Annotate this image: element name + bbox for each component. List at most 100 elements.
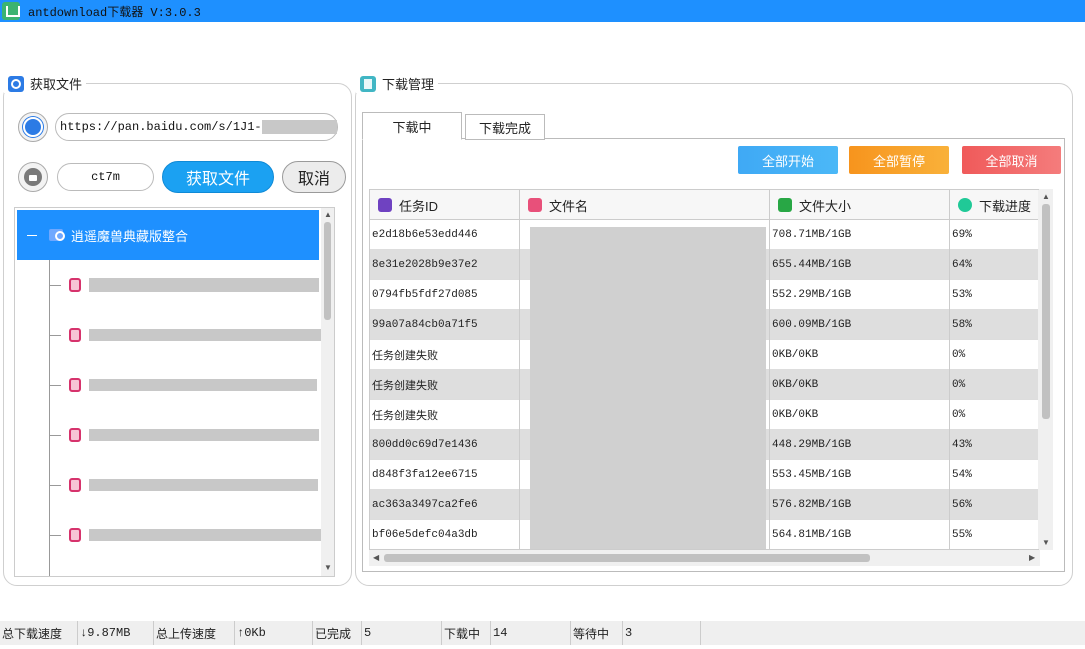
share-url-input[interactable]: https://pan.baidu.com/s/1J1- — [55, 113, 338, 141]
progress-cell: 55% — [950, 520, 1039, 549]
table-hscroll-thumb[interactable] — [384, 554, 870, 562]
done-count: 5 — [362, 621, 442, 645]
size-icon — [778, 198, 792, 212]
col-filename[interactable]: 文件名 — [520, 190, 770, 220]
title-bar: antdownload下载器 V:3.0.3 — [0, 0, 1085, 22]
fetch-files-button[interactable]: 获取文件 — [162, 161, 274, 193]
pause-all-button[interactable]: 全部暂停 — [849, 146, 949, 174]
task-id-cell: e2d18b6e53edd446 — [370, 220, 520, 250]
tree-scrollbar[interactable]: ▲ ▼ — [321, 208, 334, 576]
progress-cell: 43% — [950, 430, 1039, 460]
task-id-cell: 任务创建失败 — [370, 340, 520, 370]
col-task-id[interactable]: 任务ID — [370, 190, 520, 220]
filesize-cell: 0KB/0KB — [770, 340, 950, 370]
app-icon — [2, 2, 20, 20]
redacted-filename — [89, 429, 319, 441]
redacted-url-part — [261, 120, 337, 134]
col-progress[interactable]: 下载进度 — [950, 190, 1039, 220]
edit-icon — [378, 198, 392, 212]
window-title: antdownload下载器 V:3.0.3 — [28, 5, 201, 20]
ul-speed-value: ↑0Kb — [235, 621, 313, 645]
extract-code-input[interactable]: ct7m — [57, 163, 154, 191]
filesize-cell: 564.81MB/1GB — [770, 520, 950, 549]
cancel-all-button[interactable]: 全部取消 — [962, 146, 1061, 174]
filesize-cell: 708.71MB/1GB — [770, 220, 950, 250]
done-label: 已完成 — [313, 621, 362, 645]
task-id-cell: ac363a3497ca2fe6 — [370, 490, 520, 520]
progress-cell: 64% — [950, 250, 1039, 280]
progress-cell: 56% — [950, 490, 1039, 520]
tree-item[interactable] — [49, 325, 329, 345]
table-vscroll-thumb[interactable] — [1042, 204, 1050, 419]
tree-item[interactable] — [49, 475, 329, 495]
task-id-cell: 任务创建失败 — [370, 400, 520, 430]
lock-icon — [18, 162, 48, 192]
file-icon — [69, 478, 81, 492]
file-icon — [69, 428, 81, 442]
waiting-label: 等待中 — [571, 621, 623, 645]
filesize-cell: 0KB/0KB — [770, 400, 950, 430]
tree-item[interactable] — [49, 425, 329, 445]
table-vscrollbar[interactable]: ▲ ▼ — [1039, 189, 1053, 550]
dl-speed-value: ↓9.87MB — [78, 621, 154, 645]
link-globe-icon — [18, 112, 48, 142]
filesize-cell: 655.44MB/1GB — [770, 250, 950, 280]
download-table[interactable]: 任务ID 文件名 文件大小 下载进度 e2d18b6e53edd446 708.7… — [369, 189, 1040, 550]
progress-cell: 0% — [950, 400, 1039, 430]
progress-cell: 58% — [950, 310, 1039, 340]
cancel-fetch-button[interactable]: 取消 — [282, 161, 346, 193]
redacted-filename — [89, 329, 321, 341]
file-tree[interactable]: 逍遥魔兽典藏版整合 ▲ ▼ — [14, 207, 335, 577]
task-id-cell: d848f3fa12ee6715 — [370, 460, 520, 490]
progress-cell: 0% — [950, 340, 1039, 370]
folder-search-icon — [49, 229, 65, 241]
redacted-filename — [89, 479, 318, 491]
progress-cell: 0% — [950, 370, 1039, 400]
filesize-cell: 576.82MB/1GB — [770, 490, 950, 520]
search-icon — [8, 75, 24, 92]
col-filesize[interactable]: 文件大小 — [770, 190, 950, 220]
file-icon — [69, 378, 81, 392]
tree-item[interactable] — [49, 375, 329, 395]
tree-root-item[interactable]: 逍遥魔兽典藏版整合 — [17, 210, 319, 260]
file-icon — [69, 528, 81, 542]
clipboard-icon — [360, 75, 376, 92]
download-manager-group-title: 下载管理 — [356, 74, 439, 93]
waiting-count: 3 — [623, 621, 701, 645]
status-bar: 总下载速度 ↓9.87MB 总上传速度 ↑0Kb 已完成 5 下载中 14 等待… — [0, 621, 1085, 645]
task-id-cell: bf06e5defc04a3db — [370, 520, 520, 549]
tree-item[interactable] — [49, 275, 329, 295]
tab-completed[interactable]: 下载完成 — [465, 114, 545, 140]
task-id-cell: 8e31e2028b9e37e2 — [370, 250, 520, 280]
file-icon — [69, 278, 81, 292]
downloading-label: 下载中 — [442, 621, 491, 645]
tree-scroll-thumb[interactable] — [324, 222, 331, 320]
file-icon — [69, 328, 81, 342]
filesize-cell: 448.29MB/1GB — [770, 430, 950, 460]
fetch-file-group-title: 获取文件 — [4, 74, 87, 93]
start-all-button[interactable]: 全部开始 — [738, 146, 838, 174]
redacted-filename — [89, 379, 317, 391]
tree-item[interactable] — [49, 525, 329, 545]
task-id-cell: 0794fb5fdf27d085 — [370, 280, 520, 310]
file-icon — [528, 198, 542, 212]
filesize-cell: 600.09MB/1GB — [770, 310, 950, 340]
progress-cell: 69% — [950, 220, 1039, 250]
progress-cell: 54% — [950, 460, 1039, 490]
ul-speed-label: 总上传速度 — [154, 621, 235, 645]
redacted-filename — [89, 278, 319, 292]
filesize-cell: 0KB/0KB — [770, 370, 950, 400]
check-icon — [958, 198, 972, 212]
filesize-cell: 552.29MB/1GB — [770, 280, 950, 310]
dl-speed-label: 总下载速度 — [0, 621, 78, 645]
downloading-count: 14 — [491, 621, 571, 645]
table-hscrollbar[interactable]: ◀ ▶ — [369, 550, 1040, 566]
task-id-cell: 800dd0c69d7e1436 — [370, 430, 520, 460]
progress-cell: 53% — [950, 280, 1039, 310]
filesize-cell: 553.45MB/1GB — [770, 460, 950, 490]
task-id-cell: 99a07a84cb0a71f5 — [370, 310, 520, 340]
tab-downloading[interactable]: 下载中 — [362, 112, 462, 140]
redacted-filename — [89, 529, 321, 541]
task-id-cell: 任务创建失败 — [370, 370, 520, 400]
table-header: 任务ID 文件名 文件大小 下载进度 — [370, 190, 1039, 220]
